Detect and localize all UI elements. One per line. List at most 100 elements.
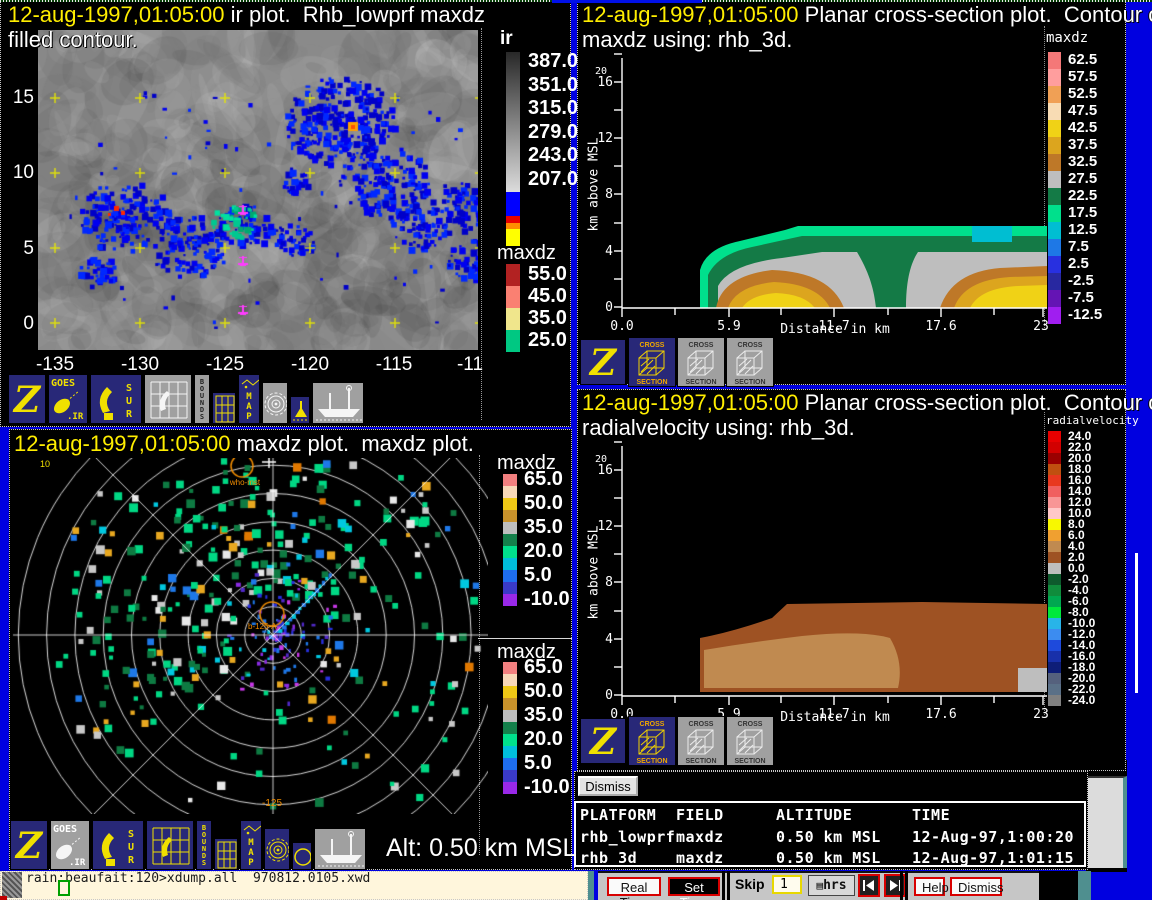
ir-toolbar-goes-ir-button[interactable]: GOES.IR: [48, 374, 88, 424]
xsec-maxdz-colorbar-tick-label: 32.5: [1068, 153, 1097, 170]
xsec-radial-colorbar-segment: [1048, 475, 1061, 486]
ppi-toolbar-zebra-logo-button[interactable]: Z: [10, 820, 48, 870]
hrs-button-label: hrs: [823, 878, 846, 893]
ppi-toolbar-grid-small-button[interactable]: [214, 838, 238, 870]
goes-ir-icon: GOES.IR: [51, 821, 89, 869]
grid-small-icon: [213, 393, 235, 423]
ir-colorbar-tick-label: 243.0: [528, 144, 578, 167]
set-time-button[interactable]: Set Time: [668, 877, 720, 896]
svg-text:U: U: [126, 396, 132, 407]
xsec-maxdz-cross-section-button-active[interactable]: CROSSSECTION: [628, 337, 676, 387]
xsec-maxdz-cross-section-button[interactable]: CROSSSECTION: [726, 337, 774, 387]
dismiss-button[interactable]: Dismiss: [950, 877, 1002, 896]
skip-input[interactable]: [772, 875, 802, 894]
ppi-colorbar-upper-tick-label: 35.0: [524, 516, 563, 539]
xsec-maxdz-cross-section-button[interactable]: CROSSSECTION: [677, 337, 725, 387]
ir-toolbar-map-button[interactable]: MAP: [238, 374, 260, 424]
svg-text:Z: Z: [14, 825, 44, 867]
status-table-header: FIELD: [676, 806, 724, 824]
xsec-radial-text: Planar cross-section plot. Contour of: [799, 390, 1152, 415]
xsec-radial-zebra-logo-button[interactable]: Z: [580, 718, 626, 764]
corner-red-pixel: [0, 896, 7, 900]
ir-toolbar-radar-sur-button[interactable]: SUR: [90, 374, 142, 424]
svg-text:SECTION: SECTION: [636, 758, 667, 765]
ppi-radar-display[interactable]: [10, 458, 488, 814]
help-button[interactable]: Help: [914, 877, 945, 896]
ir-colorbar-tick-label: 351.0: [528, 74, 578, 97]
ir-colorbar-title: ir: [500, 28, 513, 50]
real-time-button[interactable]: Real Time: [607, 877, 661, 896]
map-icon: MAP: [241, 821, 261, 869]
ir-colorbar-gradient: [506, 52, 520, 192]
ppi-colorbar-upper-segment: [503, 498, 517, 510]
ppi-colorbar-lower-segment: [503, 710, 517, 722]
ir-colorbar-tick-label: 279.0: [528, 121, 578, 144]
ir-toolbar-grid-small-button[interactable]: [212, 392, 236, 424]
ppi-toolbar-radar-sur-button[interactable]: SUR: [92, 820, 144, 870]
ir-toolbar-grid-radar-button[interactable]: [144, 374, 192, 424]
ir-toolbar-ship-button[interactable]: [312, 382, 364, 424]
ppi-toolbar-goes-ir-button[interactable]: GOES.IR: [50, 820, 90, 870]
xsec-maxdz-colorbar-segment: [1048, 239, 1061, 256]
xsec-radial-cross-section-button[interactable]: CROSSSECTION: [726, 716, 774, 766]
xsec-radial-colorbar-segment: [1048, 574, 1061, 585]
map-icon: MAP: [239, 375, 259, 423]
ir-toolbar-buoy-button[interactable]: [290, 396, 310, 424]
ir-title-timestamp: 12-aug-1997,01:05:00: [8, 2, 225, 27]
ppi-colorbar-lower-segment: [503, 734, 517, 746]
ir-toolbar-bounds-button[interactable]: BOUNDS: [194, 374, 210, 424]
xsec-radial-timestamp: 12-aug-1997,01:05:00: [582, 390, 799, 415]
side-scrollbar-panel[interactable]: [1086, 776, 1127, 868]
bounds-icon: BOUNDS: [197, 821, 211, 869]
ir-satellite-image[interactable]: [38, 30, 478, 350]
ir-plot-title-line2: filled contour.: [8, 27, 138, 53]
xsec-radial-cross-section-button[interactable]: CROSSSECTION: [677, 716, 725, 766]
ir-colorbar-tick-label: 207.0: [528, 168, 578, 191]
xsec-radial-cross-section-button-active[interactable]: CROSSSECTION: [628, 716, 676, 766]
bounds-icon: BOUNDS: [195, 375, 209, 423]
xsec-maxdz-colorbar-segment: [1048, 205, 1061, 222]
ppi-colorbar-separator: [478, 638, 572, 639]
xsec-radial-colorbar-segment: [1048, 563, 1061, 574]
ppi-toolbar-map-button[interactable]: MAP: [240, 820, 262, 870]
ir-toolbar-range-rings-button[interactable]: [262, 382, 288, 424]
status-dismiss-button[interactable]: Dismiss: [578, 776, 638, 796]
ppi-toolbar-circle-button[interactable]: [292, 842, 312, 870]
svg-text:U: U: [128, 842, 134, 853]
xsec-maxdz-title: 12-aug-1997,01:05:00 Planar cross-sectio…: [582, 2, 1152, 28]
zebra-workstation-screen: rain:beaufait:120>xdump.all 970812.0105.…: [0, 0, 1152, 900]
xsec-maxdz-zebra-logo-button[interactable]: Z: [580, 339, 626, 385]
ir-plot-title: 12-aug-1997,01:05:00 ir plot. Rhb_lowprf…: [8, 2, 485, 28]
xsec-maxdz-colorbar-segment: [1048, 256, 1061, 273]
svg-text:A: A: [246, 402, 252, 412]
xsec-maxdz-colorbar-segment: [1048, 307, 1061, 324]
svg-text:CROSS: CROSS: [738, 721, 763, 728]
ir-colorbar-lower-segment: [506, 216, 520, 223]
ppi-colorbar-upper-tick-label: 65.0: [524, 468, 563, 491]
grid-radar-icon: [147, 821, 193, 869]
ppi-toolbar-grid-radar-button[interactable]: [146, 820, 194, 870]
ppi-toolbar-range-rings-button[interactable]: [264, 828, 290, 870]
ppi-altitude-label: Alt: 0.50 km MSL: [386, 834, 576, 863]
ppi-colorbar-lower-segment: [503, 722, 517, 734]
ppi-toolbar-bounds-button[interactable]: BOUNDS: [196, 820, 212, 870]
svg-text:4: 4: [605, 632, 613, 647]
xsec-maxdz-colorbar-tick-label: 27.5: [1068, 170, 1097, 187]
xsec-maxdz-colorbar-title: maxdz: [1046, 30, 1088, 46]
ppi-toolbar-ship-button[interactable]: [314, 828, 366, 870]
ppi-colorbar-lower-segment: [503, 698, 517, 710]
skip-back-button[interactable]: [858, 874, 880, 897]
ir-xaxis-tick-label: -130: [110, 354, 170, 376]
ppi-colorbar-upper-segment: [503, 546, 517, 558]
hrs-button[interactable]: ▤hrs: [808, 875, 855, 896]
svg-text:P: P: [246, 412, 252, 422]
xsec-maxdz-colorbar-segment: [1048, 137, 1061, 154]
xsec-maxdz-colorbar-segment: [1048, 273, 1061, 290]
ir-toolbar-zebra-logo-button[interactable]: Z: [8, 374, 46, 424]
xsec-maxdz-colorbar-tick-label: 22.5: [1068, 187, 1097, 204]
svg-text:0: 0: [605, 688, 613, 703]
bottom-teal-sliver-right: [1078, 871, 1091, 900]
ppi-colorbar-upper-segment: [503, 558, 517, 570]
xsec-radial-colorbar-segment: [1048, 662, 1061, 673]
control-bar-separator: [727, 871, 730, 900]
